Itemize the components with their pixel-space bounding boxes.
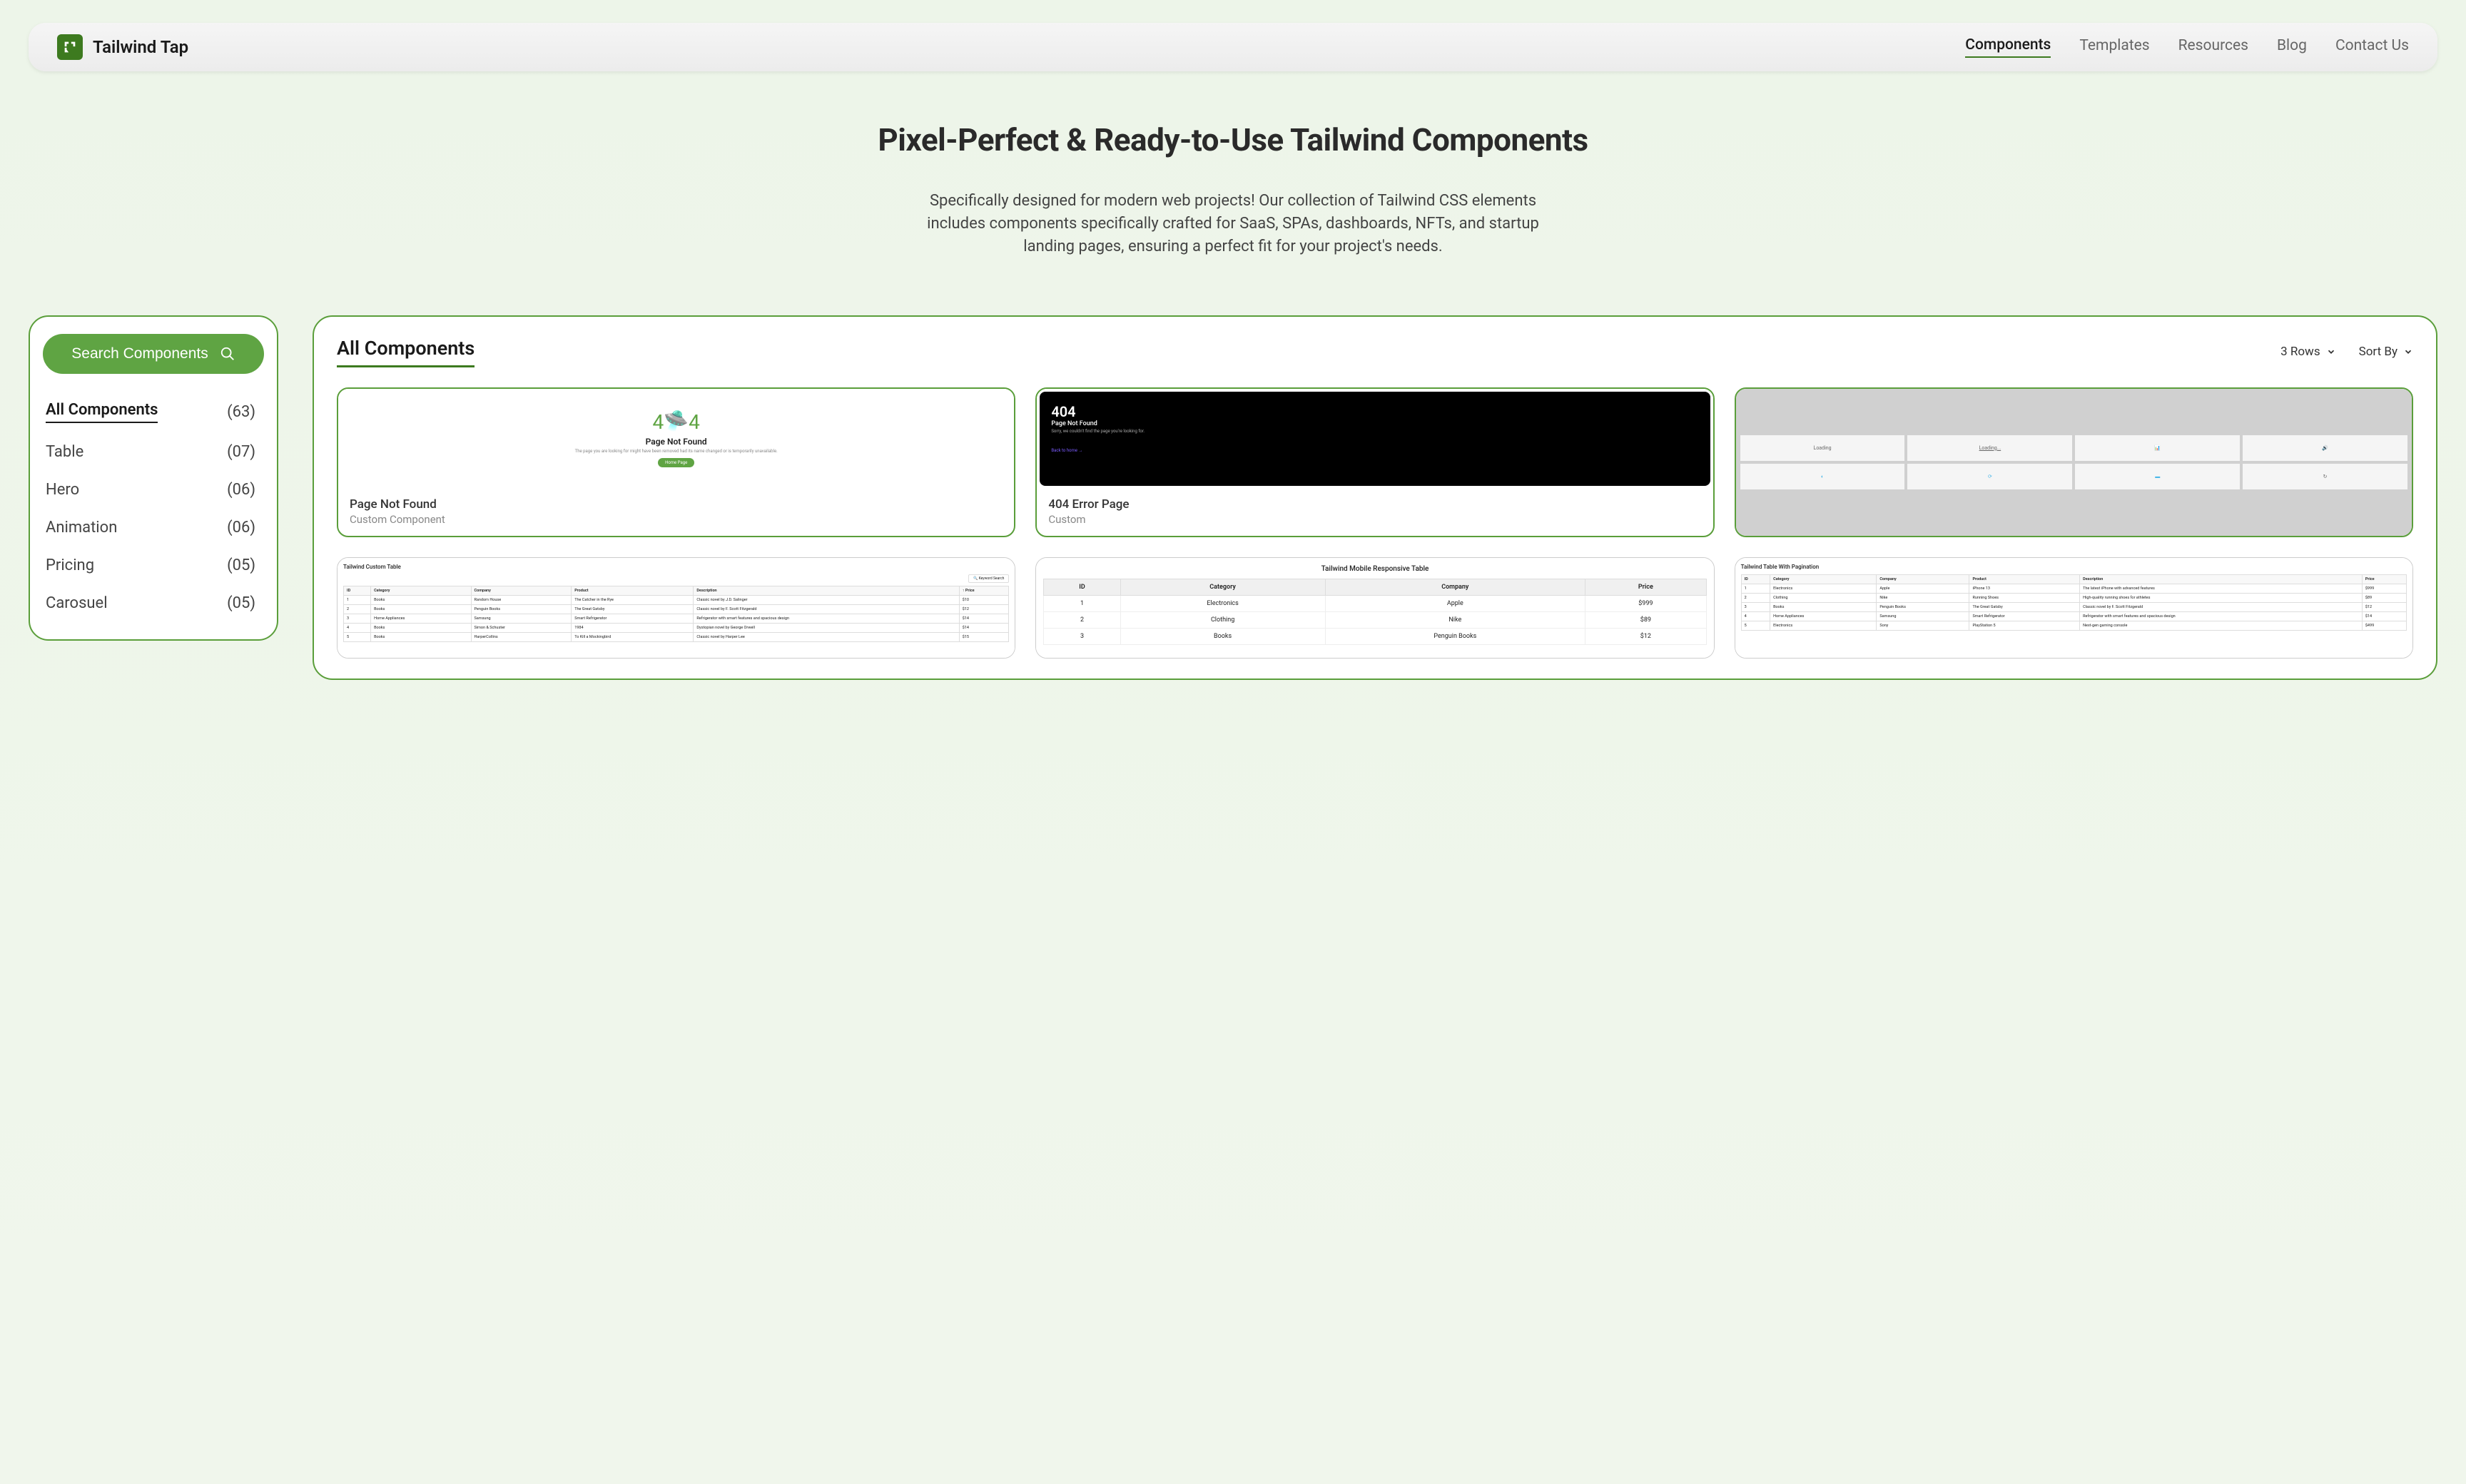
category-item[interactable]: Hero (06) — [43, 471, 258, 509]
card-title: Page Not Found — [350, 497, 1003, 512]
card-title: 404 Error Page — [1048, 497, 1701, 512]
header-bar: Tailwind Tap Components Templates Resource… — [29, 23, 2437, 71]
rows-dropdown[interactable]: 3 Rows — [2280, 345, 2336, 359]
category-name: Table — [46, 443, 83, 461]
search-components-button[interactable]: Search Components — [43, 334, 264, 374]
category-count: (06) — [227, 481, 255, 499]
category-name: All Components — [46, 401, 158, 423]
chevron-down-icon — [2403, 347, 2413, 357]
card-category: Custom Component — [350, 513, 1003, 526]
tap-icon — [57, 34, 83, 60]
page-title: Pixel-Perfect & Ready-to-Use Tailwind Co… — [29, 121, 2437, 158]
panel-controls: 3 Rows Sort By — [2280, 345, 2413, 359]
hero-section: Pixel-Perfect & Ready-to-Use Tailwind Co… — [0, 121, 2466, 258]
component-card[interactable]: 4🛸4 Page Not Found The page you are look… — [337, 387, 1015, 537]
nav-item-contact-us[interactable]: Contact Us — [2335, 37, 2409, 57]
search-icon — [220, 346, 235, 362]
component-card[interactable]: Tailwind Table With Pagination IDCategor… — [1735, 557, 2413, 659]
nav-item-resources[interactable]: Resources — [2178, 37, 2248, 57]
logo[interactable]: Tailwind Tap — [57, 34, 188, 60]
category-list[interactable]: All Components(63)Table(07)Hero(06)Anima… — [43, 391, 264, 622]
category-item[interactable]: All Components (63) — [43, 391, 258, 433]
page-description: Specifically designed for modern web pro… — [905, 190, 1561, 258]
category-item[interactable]: Table (07) — [43, 433, 258, 471]
category-name: Pricing — [46, 556, 94, 574]
category-item[interactable]: Animation (06) — [43, 509, 258, 547]
panel-title: All Components — [337, 337, 475, 367]
component-card[interactable]: Loading Loading... 📊 🔊 ◐ ⟳ ▬ ↻ Custom Lo… — [1735, 387, 2413, 537]
category-count: (06) — [227, 519, 255, 537]
category-count: (05) — [227, 594, 255, 612]
category-count: (05) — [227, 556, 255, 574]
component-card[interactable]: 404 Page Not Found Sorry, we couldn't fi… — [1035, 387, 1714, 537]
panel-header: All Components 3 Rows Sort By — [337, 337, 2413, 367]
components-grid: 4🛸4 Page Not Found The page you are look… — [337, 387, 2413, 659]
category-name: Carosuel — [46, 594, 108, 612]
category-name: Animation — [46, 519, 117, 537]
component-card[interactable]: Tailwind Custom Table 🔍 Keyword Search I… — [337, 557, 1015, 659]
nav-item-templates[interactable]: Templates — [2079, 37, 2149, 57]
category-item[interactable]: Carosuel (05) — [43, 584, 258, 622]
sort-dropdown[interactable]: Sort By — [2359, 345, 2413, 359]
category-sidebar: Search Components All Components (63) Tabl… — [29, 315, 278, 641]
category-item[interactable]: Pricing (05) — [43, 547, 258, 584]
category-count: (07) — [227, 443, 255, 461]
nav-item-components[interactable]: Components — [1965, 36, 2051, 58]
components-panel: All Components 3 Rows Sort By 4🛸4 Page N… — [313, 315, 2437, 680]
category-name: Hero — [46, 481, 79, 499]
content-area: Search Components All Components (63) Tabl… — [0, 315, 2466, 680]
main-nav: Components Templates Resources Blog Contact … — [1965, 36, 2409, 58]
chevron-down-icon — [2326, 347, 2336, 357]
component-card[interactable]: Tailwind Mobile Responsive Table IDCateg… — [1035, 557, 1714, 659]
category-count: (63) — [227, 403, 255, 421]
search-label: Search Components — [71, 345, 208, 362]
card-category: Custom — [1048, 513, 1701, 526]
brand-name: Tailwind Tap — [93, 37, 188, 57]
nav-item-blog[interactable]: Blog — [2277, 37, 2307, 57]
